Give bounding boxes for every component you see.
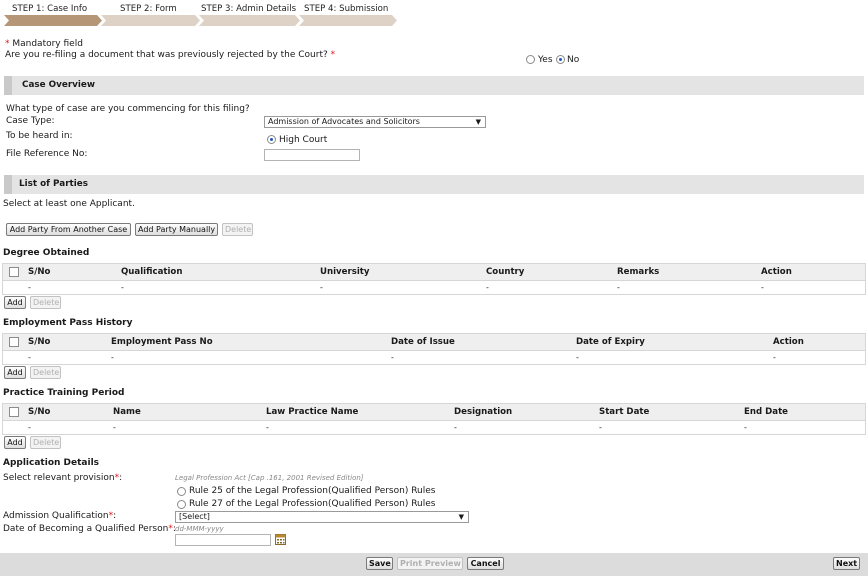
employment-title: Employment Pass History [3,318,133,328]
delete-employment-button[interactable]: Delete [30,366,61,379]
column-header[interactable]: S/No [28,334,50,351]
table-header-row: S/No Employment Pass No Date of Issue Da… [3,334,865,351]
application-title: Application Details [3,458,100,468]
calendar-icon[interactable] [275,534,286,545]
chevron-down-icon: ▼ [458,513,464,521]
high-court-radio[interactable] [267,135,276,144]
refiling-question: Are you re-filing a document that was pr… [5,50,336,60]
save-button[interactable]: Save [366,557,393,570]
column-header[interactable]: Name [113,404,141,421]
column-header[interactable]: Start Date [599,404,649,421]
column-header[interactable]: End Date [744,404,788,421]
step-4-bar [299,15,397,26]
column-header[interactable]: Remarks [617,264,659,281]
employment-table: S/No Employment Pass No Date of Issue Da… [2,333,866,365]
degree-title: Degree Obtained [3,248,90,258]
add-employment-button[interactable]: Add [4,366,26,379]
admission-qualification-select[interactable]: [Select] ▼ [175,511,469,523]
step-4-label[interactable]: STEP 4: Submission [304,4,388,14]
table-row: - - - - - - [3,281,865,294]
step-1-bar [4,15,102,26]
refiling-yes-radio[interactable] [526,55,535,64]
act-note: Legal Profession Act [Cap .161, 2001 Rev… [175,474,364,482]
refiling-no-radio[interactable] [556,55,565,64]
table-header-row: S/No Qualification University Country Re… [3,264,865,281]
column-header[interactable]: Qualification [121,264,182,281]
mandatory-note: * Mandatory field [5,39,83,49]
delete-training-button[interactable]: Delete [30,436,61,449]
step-3-label[interactable]: STEP 3: Admin Details [201,4,296,14]
column-header[interactable]: University [320,264,369,281]
column-header[interactable]: Action [761,264,792,281]
select-all-checkbox[interactable] [9,267,19,277]
admission-qualification-label: Admission Qualification*: [3,511,117,521]
add-training-button[interactable]: Add [4,436,26,449]
delete-party-button[interactable]: Delete [222,223,253,236]
next-button[interactable]: Next [833,557,860,570]
training-title: Practice Training Period [3,388,125,398]
column-header[interactable]: Date of Expiry [576,334,645,351]
column-header[interactable]: Date of Issue [391,334,455,351]
list-of-parties-header: List of Parties [4,175,864,194]
degree-table: S/No Qualification University Country Re… [2,263,866,295]
qualified-date-input[interactable] [175,534,271,546]
high-court-label: High Court [279,135,328,145]
case-overview-header: Case Overview [4,76,864,95]
step-progress-bar [4,15,397,26]
file-ref-input[interactable] [264,149,360,161]
add-party-manually-button[interactable]: Add Party Manually [135,223,218,236]
chevron-down-icon: ▼ [475,118,481,126]
provision-label: Select relevant provision*: [3,473,123,483]
column-header[interactable]: Action [773,334,804,351]
file-ref-label: File Reference No: [6,149,88,159]
select-all-checkbox[interactable] [9,407,19,417]
step-2-label[interactable]: STEP 2: Form [120,4,177,14]
step-3-bar [199,15,300,26]
table-row: - - - - - - [3,421,865,434]
case-type-select[interactable]: Admission of Advocates and Solicitors ▼ [264,116,486,128]
rule-25-label: Rule 25 of the Legal Profession(Qualifie… [189,486,436,496]
training-table: S/No Name Law Practice Name Designation … [2,403,866,435]
parties-hint: Select at least one Applicant. [3,199,135,209]
case-type-label: Case Type: [6,116,55,126]
cancel-button[interactable]: Cancel [467,557,504,570]
column-header[interactable]: Country [486,264,524,281]
mandatory-text: Mandatory field [9,39,83,49]
table-header-row: S/No Name Law Practice Name Designation … [3,404,865,421]
column-header[interactable]: S/No [28,264,50,281]
table-row: - - - - - [3,351,865,364]
step-2-bar [101,15,200,26]
step-1-label[interactable]: STEP 1: Case Info [12,4,87,14]
column-header[interactable]: Designation [454,404,512,421]
select-all-checkbox[interactable] [9,337,19,347]
print-preview-button[interactable]: Print Preview [397,557,463,570]
rule-27-radio[interactable] [177,500,186,509]
delete-degree-button[interactable]: Delete [30,296,61,309]
rule-25-radio[interactable] [177,487,186,496]
add-party-from-case-button[interactable]: Add Party From Another Case [6,223,131,236]
refiling-no-label: No [567,55,580,65]
heard-in-label: To be heard in: [6,131,73,141]
rule-27-label: Rule 27 of the Legal Profession(Qualifie… [189,499,436,509]
add-degree-button[interactable]: Add [4,296,26,309]
column-header[interactable]: Law Practice Name [266,404,358,421]
date-format-hint: dd-MMM-yyyy [175,525,224,533]
column-header[interactable]: S/No [28,404,50,421]
column-header[interactable]: Employment Pass No [111,334,213,351]
case-type-question: What type of case are you commencing for… [6,104,250,114]
refiling-yes-label: Yes [538,55,553,65]
qualified-date-label: Date of Becoming a Qualified Person*: [3,524,176,534]
